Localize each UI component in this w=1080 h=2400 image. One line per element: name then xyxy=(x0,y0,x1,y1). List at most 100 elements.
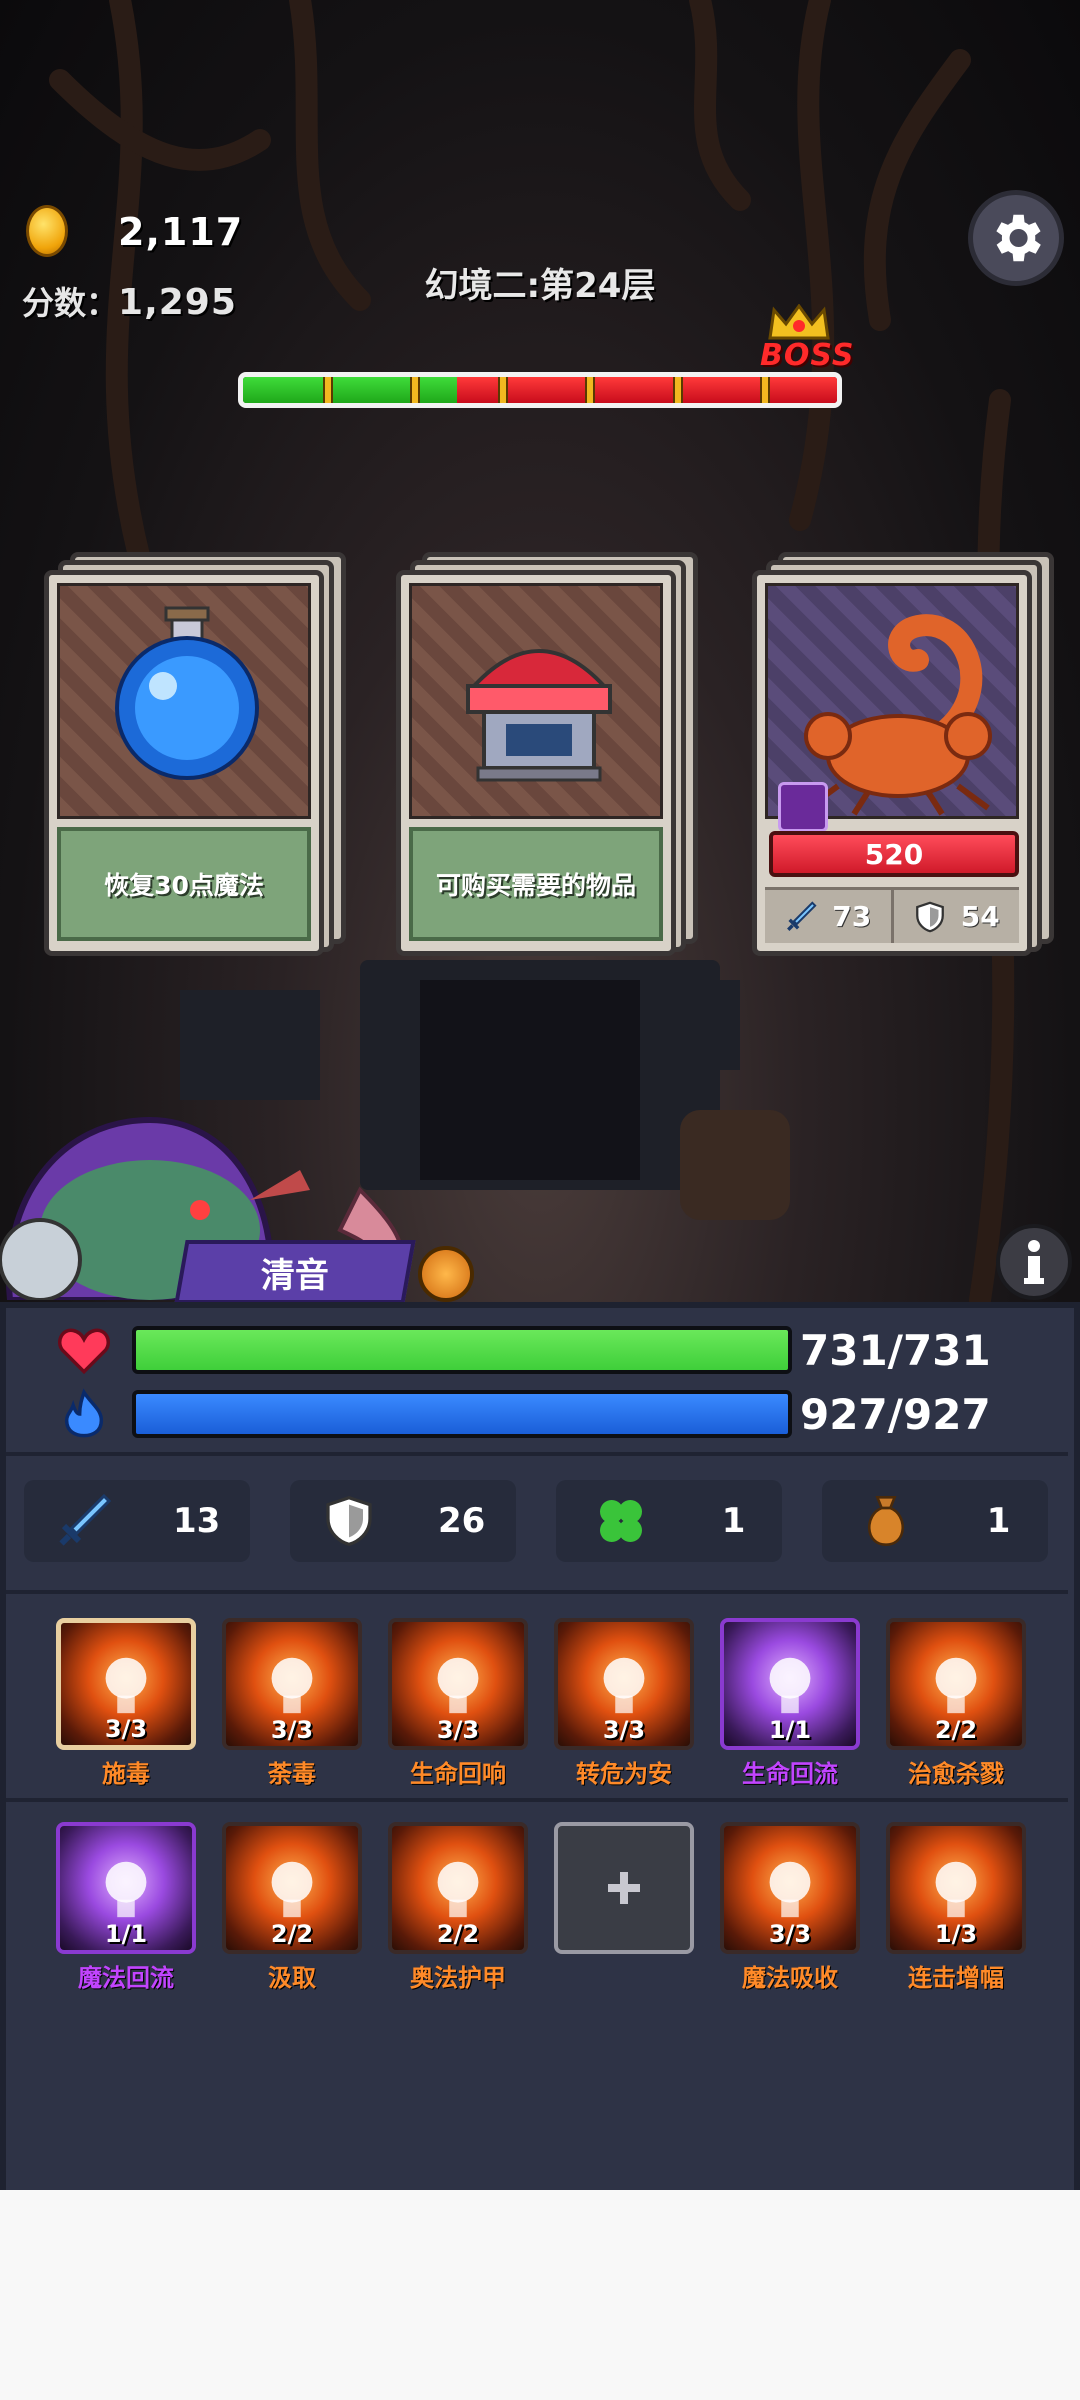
divider xyxy=(6,1452,1068,1456)
stat-defense-value: 26 xyxy=(437,1501,486,1541)
skill-count: 2/2 xyxy=(270,1920,314,1948)
gear-icon xyxy=(996,214,1041,262)
skill-icon: 3/3 xyxy=(388,1618,528,1750)
hero-class-icon[interactable] xyxy=(418,1246,474,1302)
add-skill-slot[interactable] xyxy=(554,1822,694,1958)
card-front: 恢复30点魔法 xyxy=(44,570,324,956)
progress-checkpoint xyxy=(760,377,770,403)
progress-remaining xyxy=(456,377,837,403)
skill-icon: 1/3 xyxy=(886,1822,1026,1954)
poison-status-icon xyxy=(778,782,828,832)
gold-coin-icon xyxy=(26,205,68,257)
skill-count: 3/3 xyxy=(602,1716,646,1744)
stat-defense: 26 xyxy=(290,1480,516,1562)
game-screen: 2,117 分数：1,295 幻境二:第24层 BOSS 恢复30点魔法 可购买… xyxy=(0,0,1080,2190)
enemy-attack: 73 xyxy=(765,890,891,943)
skill-name: 生命回响 xyxy=(410,1760,506,1788)
mp-row: 927/927 xyxy=(58,1388,1058,1440)
mp-bar-fill xyxy=(136,1394,788,1434)
enemy-attack-value: 73 xyxy=(832,900,872,933)
skill-slot[interactable]: 2/2 治愈杀戮 xyxy=(886,1618,1026,1789)
hero-name-plate: 清音 xyxy=(174,1240,416,1304)
sword-icon xyxy=(59,1493,111,1546)
crown-icon xyxy=(768,304,830,340)
skill-slot[interactable]: 2/2 奥法护甲 xyxy=(388,1822,528,1993)
progress-checkpoint xyxy=(672,377,683,403)
info-button[interactable] xyxy=(996,1224,1072,1300)
skill-name: 魔法吸收 xyxy=(742,1964,838,1992)
card-description: 恢复30点魔法 xyxy=(57,827,311,941)
skill-slot[interactable]: 3/3 施毒 xyxy=(56,1618,196,1789)
progress-checkpoint xyxy=(410,377,420,403)
level-title: 幻境二:第24层 xyxy=(424,266,656,306)
skill-slot[interactable]: 3/3 生命回响 xyxy=(388,1618,528,1789)
card-enemy[interactable]: 520 73 54 xyxy=(752,552,1064,956)
skill-slot[interactable]: 3/3 魔法吸收 xyxy=(720,1822,860,1993)
floor-progress-bar xyxy=(238,372,842,408)
skill-icon: 2/2 xyxy=(222,1822,362,1954)
info-icon xyxy=(1024,1240,1044,1284)
skill-name: 施毒 xyxy=(102,1760,150,1788)
boss-label: BOSS xyxy=(760,338,855,373)
shield-icon xyxy=(326,1495,372,1547)
stat-luck-value: 1 xyxy=(721,1501,746,1541)
card-front: 可购买需要的物品 xyxy=(396,570,676,956)
skill-name: 荼毒 xyxy=(268,1760,316,1788)
card-front: 520 73 54 xyxy=(752,570,1032,956)
heart-icon xyxy=(58,1328,110,1374)
card-mana-potion[interactable]: 恢复30点魔法 xyxy=(44,552,356,956)
settings-button[interactable] xyxy=(968,190,1064,286)
skill-icon: 3/3 xyxy=(56,1618,196,1750)
stat-loot: 1 xyxy=(822,1480,1048,1562)
skill-slot[interactable]: 2/2 汲取 xyxy=(222,1822,362,1993)
skill-slot[interactable]: 1/3 连击增幅 xyxy=(886,1822,1026,1993)
skill-icon: 1/1 xyxy=(56,1822,196,1954)
hp-value: 731/731 xyxy=(800,1325,991,1375)
stat-attack-value: 13 xyxy=(172,1501,221,1541)
hero-name: 清音 xyxy=(261,1255,329,1296)
mp-bar xyxy=(132,1390,792,1438)
skill-name: 治愈杀戮 xyxy=(908,1760,1004,1788)
divider xyxy=(6,1798,1068,1802)
skill-count: 3/3 xyxy=(270,1716,314,1744)
skill-slot[interactable]: 3/3 荼毒 xyxy=(222,1618,362,1789)
skill-slot[interactable]: 1/1 生命回流 xyxy=(720,1618,860,1789)
shield-icon xyxy=(915,901,944,932)
skill-icon: 2/2 xyxy=(388,1822,528,1954)
enemy-hp-bar: 520 xyxy=(769,831,1019,877)
skill-count: 3/3 xyxy=(768,1920,812,1948)
money-bag-icon xyxy=(867,1496,904,1546)
stat-attack: 13 xyxy=(24,1480,250,1562)
skill-icon: 3/3 xyxy=(222,1618,362,1750)
coin-count: 2,117 xyxy=(118,210,244,254)
skill-name: 生命回流 xyxy=(742,1760,838,1788)
skill-slot[interactable]: 1/1 魔法回流 xyxy=(56,1822,196,1993)
skill-name: 转危为安 xyxy=(576,1760,672,1788)
stat-luck: 1 xyxy=(556,1480,782,1562)
skill-name: 汲取 xyxy=(268,1964,316,1992)
progress-checkpoint xyxy=(585,377,595,403)
stat-loot-value: 1 xyxy=(986,1501,1011,1541)
card-shop[interactable]: 可购买需要的物品 xyxy=(396,552,708,956)
skill-count: 1/1 xyxy=(104,1920,148,1948)
sword-icon xyxy=(787,900,817,931)
mana-flame-icon xyxy=(64,1388,104,1438)
skill-count: 2/2 xyxy=(436,1920,480,1948)
skill-count: 1/1 xyxy=(768,1716,812,1744)
card-art xyxy=(57,583,311,819)
enemy-defense: 54 xyxy=(890,890,1020,943)
progress-checkpoint xyxy=(497,377,508,403)
enemy-defense-value: 54 xyxy=(960,900,1000,933)
skill-slot[interactable]: 3/3 转危为安 xyxy=(554,1618,694,1789)
skill-name: 魔法回流 xyxy=(78,1964,174,1992)
hp-bar xyxy=(132,1326,792,1374)
skill-count: 1/3 xyxy=(934,1920,978,1948)
skill-name: 奥法护甲 xyxy=(410,1964,506,1992)
skill-icon: 2/2 xyxy=(886,1618,1026,1750)
shop-icon xyxy=(466,649,612,782)
skill-count: 3/3 xyxy=(436,1716,480,1744)
skill-icon: 3/3 xyxy=(554,1618,694,1750)
card-description: 可购买需要的物品 xyxy=(409,827,663,941)
mana-potion-icon xyxy=(115,606,259,780)
skill-count: 2/2 xyxy=(934,1716,978,1744)
